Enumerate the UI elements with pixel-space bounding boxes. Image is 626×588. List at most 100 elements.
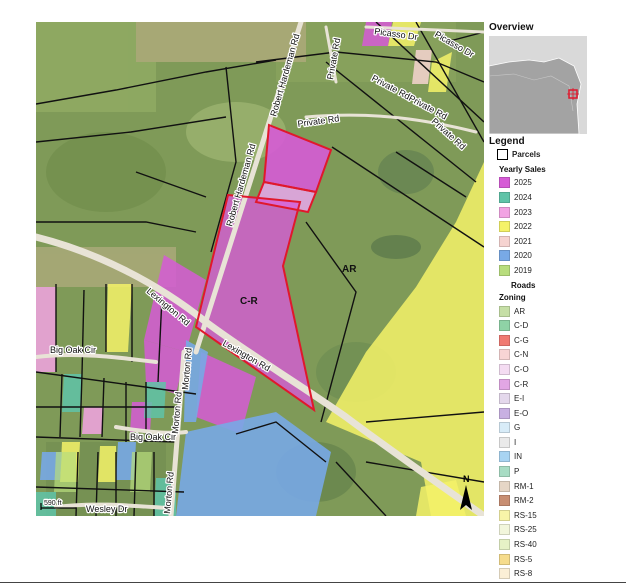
legend-swatch	[499, 451, 510, 463]
legend-parcels: Parcels	[497, 147, 623, 162]
legend-item: 2024	[499, 190, 623, 205]
legend-item: 2019	[499, 263, 623, 278]
legend-swatch	[499, 378, 510, 390]
legend-item: IN	[499, 450, 623, 465]
map-view[interactable]: Robert Hardeman Rd Robert Hardeman Rd Pr…	[36, 22, 484, 516]
legend-item-label: RS-15	[514, 510, 537, 520]
legend-item-label: C-N	[514, 350, 529, 360]
legend-swatch	[499, 495, 510, 507]
map-canvas[interactable]: Robert Hardeman Rd Robert Hardeman Rd Pr…	[36, 22, 484, 516]
zone-label-ar: AR	[342, 264, 357, 275]
legend-item-label: IN	[514, 452, 522, 462]
zone-label-cr: C-R	[240, 296, 259, 307]
legend-title: Legend	[489, 136, 525, 147]
frame-divider	[0, 582, 626, 583]
legend-swatch	[499, 235, 510, 247]
legend-item-label: AR	[514, 306, 526, 316]
road-label: Big Oak Cir	[50, 345, 96, 355]
legend-swatch	[499, 305, 510, 317]
legend-item: G	[499, 421, 623, 436]
legend-item-label: C-O	[514, 364, 529, 374]
legend: Legend Parcels Yearly Sales 2025 2024 2023…	[489, 136, 623, 581]
legend-swatch	[499, 407, 510, 419]
legend-item: C-R	[499, 377, 623, 392]
legend-item-label: RS-40	[514, 540, 537, 550]
legend-item: 2025	[499, 176, 623, 191]
road-label: Wesley Dr	[86, 504, 127, 514]
legend-item-label: G	[514, 423, 521, 433]
legend-item: C-O	[499, 362, 623, 377]
legend-item-label: RM-2	[514, 496, 534, 506]
legend-item: 2020	[499, 249, 623, 264]
parcels-swatch	[497, 148, 508, 160]
legend-swatch	[499, 221, 510, 233]
legend-item: 2022	[499, 219, 623, 234]
legend-item-label: E-O	[514, 408, 529, 418]
legend-item: E-O	[499, 406, 623, 421]
legend-item: AR	[499, 304, 623, 319]
legend-item-label: I	[514, 437, 517, 447]
legend-item-label: 2024	[514, 192, 532, 202]
legend-item-label: 2025	[514, 178, 532, 188]
legend-swatch	[499, 422, 510, 434]
legend-swatch	[499, 349, 510, 361]
legend-swatch	[499, 206, 510, 218]
legend-zoning-title: Zoning	[499, 292, 526, 302]
legend-swatch	[499, 393, 510, 405]
legend-item-label: 2023	[514, 207, 532, 217]
legend-item: RS-40	[499, 537, 623, 552]
legend-swatch	[499, 509, 510, 521]
legend-item: RS-8	[499, 566, 623, 581]
legend-item-label: P	[514, 467, 520, 477]
legend-item: RM-1	[499, 479, 623, 494]
yearly-sales-list: 2025 2024 2023 2022 2021 2020 2019	[489, 176, 623, 278]
scale-label: 590 ft	[44, 500, 62, 507]
legend-item-label: 2020	[514, 251, 532, 261]
legend-swatch	[499, 480, 510, 492]
legend-swatch	[499, 250, 510, 262]
legend-item-label: RM-1	[514, 481, 534, 491]
legend-swatch	[499, 466, 510, 478]
legend-item-label: E-I	[514, 394, 525, 404]
overview-title: Overview	[489, 22, 534, 33]
legend-item-label: RS-5	[514, 554, 533, 564]
legend-item: P	[499, 464, 623, 479]
legend-item: I	[499, 435, 623, 450]
legend-swatch	[499, 334, 510, 346]
legend-item: C-G	[499, 333, 623, 348]
legend-item-label: C-G	[514, 335, 529, 345]
legend-swatch	[499, 539, 510, 551]
legend-item-label: 2022	[514, 222, 532, 232]
legend-item: C-N	[499, 348, 623, 363]
north-label: N	[463, 474, 470, 484]
legend-swatch	[499, 568, 510, 580]
legend-item-label: 2021	[514, 236, 532, 246]
legend-swatch	[499, 191, 510, 203]
legend-swatch	[499, 320, 510, 332]
legend-swatch	[499, 436, 510, 448]
legend-item-label: RS-25	[514, 525, 537, 535]
legend-item: RS-5	[499, 552, 623, 567]
overview-map[interactable]	[489, 36, 587, 134]
legend-item: 2023	[499, 205, 623, 220]
legend-roads-title: Roads	[511, 280, 536, 290]
legend-item-label: C-D	[514, 321, 529, 331]
legend-item: RM-2	[499, 493, 623, 508]
legend-item: C-D	[499, 318, 623, 333]
overview-canvas	[489, 36, 587, 134]
legend-parcels-label: Parcels	[512, 149, 541, 159]
legend-swatch	[499, 264, 510, 276]
side-panel: Overview Legend Parcels Yearly Sales 202…	[489, 22, 623, 582]
legend-item: RS-25	[499, 523, 623, 538]
legend-item-label: C-R	[514, 379, 529, 389]
legend-item: 2021	[499, 234, 623, 249]
legend-item-label: RS-8	[514, 569, 533, 579]
legend-swatch	[499, 553, 510, 565]
legend-item: RS-15	[499, 508, 623, 523]
legend-swatch	[499, 524, 510, 536]
legend-swatch	[499, 363, 510, 375]
legend-yearly-sales-title: Yearly Sales	[499, 164, 546, 174]
legend-item: E-I	[499, 391, 623, 406]
legend-swatch	[499, 177, 510, 189]
legend-item-label: 2019	[514, 265, 532, 275]
